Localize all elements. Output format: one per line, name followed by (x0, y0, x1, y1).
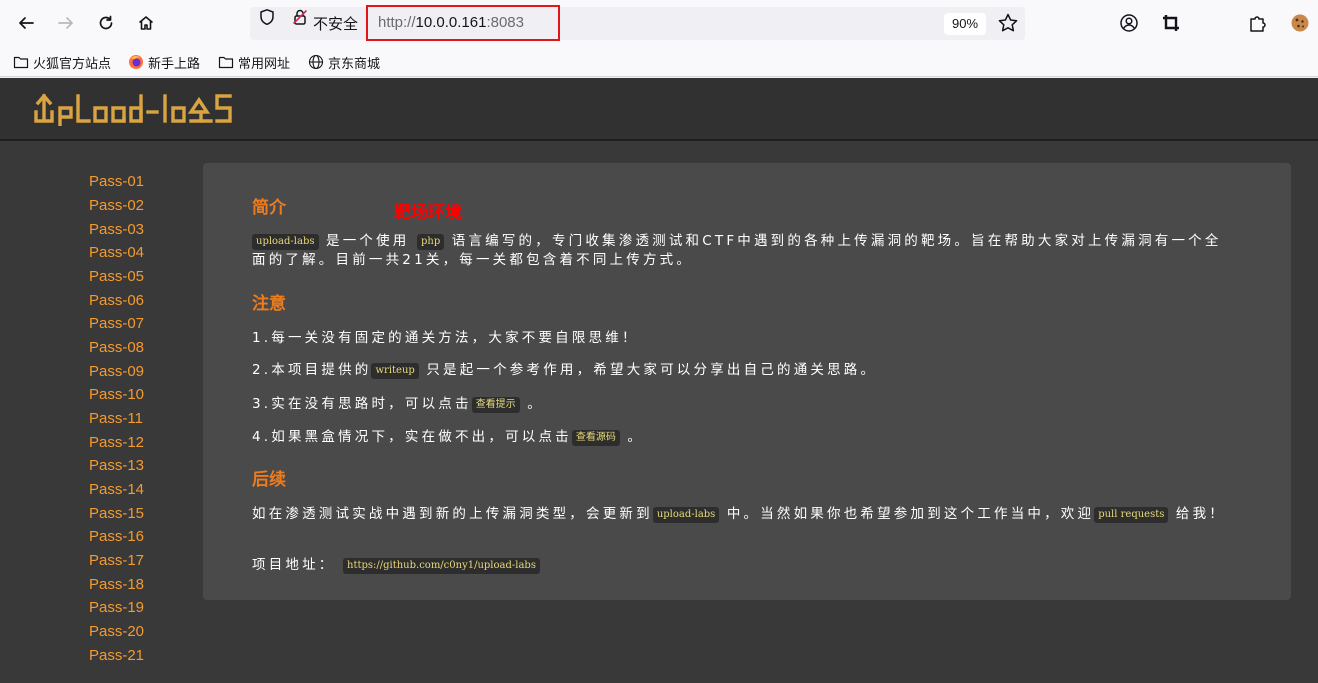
follow-text-b: 中。当然如果你也希望参加到这个工作当中，欢迎 (726, 506, 1095, 522)
repo-line: 项目地址： https://github.com/c0ny1/upload-la… (252, 556, 1232, 575)
sidebar-item-pass-21[interactable]: Pass-21 (89, 647, 144, 664)
follow-text-c: 给我！ (1175, 506, 1226, 522)
code-php: php (417, 234, 445, 250)
bookmark-label: 火狐官方站点 (33, 56, 112, 72)
upload-labs-logo[interactable] (34, 90, 264, 126)
page-body: Pass-01 Pass-02 Pass-03 Pass-04 Pass-05 … (0, 78, 1318, 683)
annotation-label: 靶场环境 (394, 203, 462, 223)
sidebar-item-pass-18[interactable]: Pass-18 (89, 576, 144, 593)
code-writeup: writeup (371, 363, 419, 379)
pass-sidebar: Pass-01 Pass-02 Pass-03 Pass-04 Pass-05 … (0, 143, 200, 683)
note-2-text-a: 2.本项目提供的 (252, 362, 372, 378)
sidebar-item-pass-05[interactable]: Pass-05 (89, 268, 144, 285)
followup-paragraph: 如在渗透测试实战中遇到新的上传漏洞类型，会更新到 upload-labs 中。当然… (252, 505, 1232, 524)
sidebar-item-pass-13[interactable]: Pass-13 (89, 457, 144, 474)
code-upload-labs: upload-labs (252, 234, 319, 250)
sidebar-item-pass-09[interactable]: Pass-09 (89, 363, 144, 380)
sidebar-item-pass-01[interactable]: Pass-01 (89, 173, 144, 190)
bookmark-label: 常用网址 (238, 56, 291, 72)
url-highlight-box[interactable]: http://10.0.0.161:8083 (366, 5, 560, 41)
note-3-text-a: 3.实在没有思路时，可以点击 (252, 396, 472, 412)
sidebar-item-pass-19[interactable]: Pass-19 (89, 599, 144, 616)
note-3-text-b: 。 (527, 396, 544, 412)
zoom-level-button[interactable]: 90% (944, 13, 986, 35)
url-host: 10.0.0.161 (415, 14, 487, 31)
url-port: :8083 (486, 14, 524, 31)
sidebar-item-pass-11[interactable]: Pass-11 (89, 410, 143, 427)
folder-icon (218, 56, 234, 69)
sidebar-item-pass-16[interactable]: Pass-16 (89, 528, 144, 545)
bookmark-item[interactable]: 火狐官方站点 (13, 53, 112, 72)
account-icon[interactable] (1118, 12, 1140, 34)
bookmark-label: 新手上路 (148, 56, 201, 72)
note-4-text-a: 4.如果黑盒情况下，实在做不出，可以点击 (252, 429, 572, 445)
note-1: 1.每一关没有固定的通关方法，大家不要自限思维！ (252, 330, 639, 346)
follow-text-a: 如在渗透测试实战中遇到新的上传漏洞类型，会更新到 (252, 506, 653, 522)
browser-toolbar: 不安全 http://10.0.0.161:8083 90% (0, 0, 1318, 47)
sidebar-item-pass-15[interactable]: Pass-15 (89, 505, 144, 522)
view-hint-link[interactable]: 查看提示 (471, 397, 520, 413)
sidebar-item-pass-17[interactable]: Pass-17 (89, 552, 144, 569)
note-2-text-b: 只是起一个参考作用，希望大家可以分享出自己的通关思路。 (426, 362, 878, 378)
sidebar-item-pass-12[interactable]: Pass-12 (89, 434, 144, 451)
insecure-label[interactable]: 不安全 (313, 13, 358, 34)
home-icon[interactable] (133, 10, 159, 36)
bookmark-item[interactable]: 常用网址 (218, 53, 291, 72)
notice-heading: 注意 (252, 294, 286, 314)
bookmarks-toolbar: 火狐官方站点 新手上路 常用网址 京东商城 (0, 47, 1318, 77)
url-text[interactable]: http://10.0.0.161:8083 (378, 14, 524, 31)
sidebar-item-pass-03[interactable]: Pass-03 (89, 221, 144, 238)
note-4-text-b: 。 (627, 429, 645, 445)
sidebar-item-pass-08[interactable]: Pass-08 (89, 339, 144, 356)
bookmark-item[interactable]: 新手上路 (128, 53, 201, 72)
intro-heading: 简介 (252, 198, 286, 218)
back-arrow-icon[interactable] (13, 10, 39, 36)
sidebar-item-pass-10[interactable]: Pass-10 (89, 386, 144, 403)
globe-icon (308, 54, 324, 70)
forward-arrow-icon[interactable] (53, 10, 79, 36)
shield-icon[interactable] (258, 8, 276, 26)
intro-panel: 简介 靶场环境 upload-labs 是一个使用 php 语言编写的，专门收集… (203, 163, 1291, 600)
sidebar-item-pass-06[interactable]: Pass-06 (89, 292, 144, 309)
sidebar-item-pass-04[interactable]: Pass-04 (89, 244, 144, 261)
sidebar-item-pass-14[interactable]: Pass-14 (89, 481, 144, 498)
reload-icon[interactable] (93, 10, 119, 36)
sidebar-item-pass-07[interactable]: Pass-07 (89, 315, 144, 332)
url-scheme: http:// (378, 14, 416, 31)
cookie-extension-icon[interactable] (1289, 12, 1311, 34)
sidebar-item-pass-20[interactable]: Pass-20 (89, 623, 144, 640)
star-bookmark-icon[interactable] (997, 12, 1019, 34)
repo-url[interactable]: https://github.com/c0ny1/upload-labs (343, 558, 540, 574)
crop-screenshot-icon[interactable] (1160, 12, 1182, 34)
note-4: 4.如果黑盒情况下，实在做不出，可以点击 查看源码 。 (252, 428, 1232, 447)
intro-paragraph: upload-labs 是一个使用 php 语言编写的，专门收集渗透测试和CTF… (252, 232, 1232, 270)
repo-label: 项目地址： (252, 557, 336, 573)
firefox-icon (129, 55, 143, 69)
bookmark-label: 京东商城 (328, 56, 381, 72)
extensions-puzzle-icon[interactable] (1247, 12, 1269, 34)
bookmark-item[interactable]: 京东商城 (308, 53, 381, 72)
note-3: 3.实在没有思路时，可以点击 查看提示 。 (252, 395, 1232, 414)
code-pull-requests: pull requests (1094, 507, 1169, 523)
code-upload-labs: upload-labs (652, 507, 720, 523)
note-2: 2.本项目提供的 writeup 只是起一个参考作用，希望大家可以分享出自己的通关… (252, 361, 1232, 380)
followup-heading: 后续 (252, 470, 286, 490)
folder-icon (13, 56, 29, 69)
intro-text-a: 是一个使用 (326, 233, 410, 249)
insecure-lock-icon[interactable] (291, 8, 309, 26)
sidebar-item-pass-02[interactable]: Pass-02 (89, 197, 144, 214)
site-header (0, 78, 1318, 141)
view-source-link[interactable]: 查看源码 (571, 430, 620, 446)
